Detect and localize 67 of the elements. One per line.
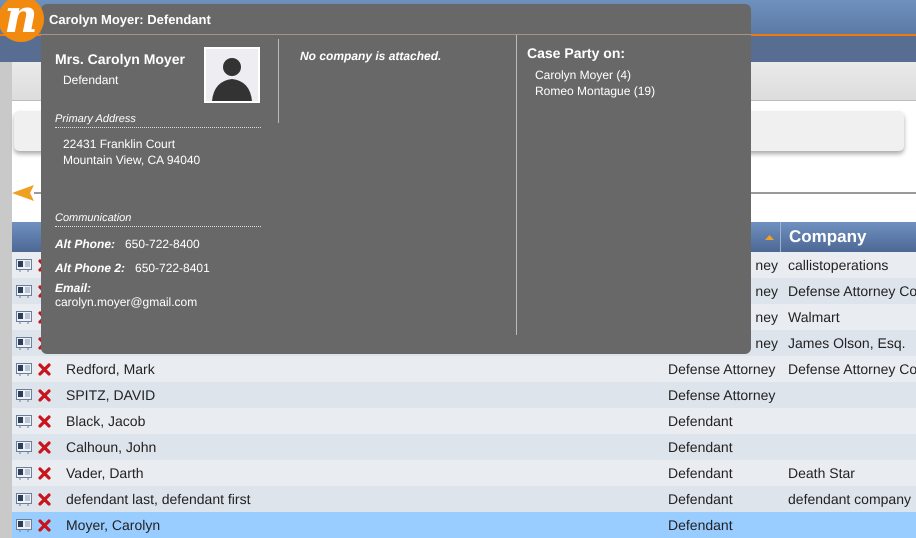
- contact-card-icon[interactable]: [16, 258, 32, 272]
- contact-card-icon[interactable]: [16, 310, 32, 324]
- delete-icon[interactable]: [38, 518, 51, 532]
- avatar-silhouette-icon: [204, 47, 260, 103]
- company-name: callistoperations: [788, 257, 888, 273]
- field-label: Alt Phone:: [55, 237, 115, 251]
- contact-card-icon[interactable]: [16, 284, 32, 298]
- app-logo: n: [0, 0, 44, 42]
- contact-type: ney: [755, 335, 778, 351]
- contact-type: ney: [755, 283, 778, 299]
- contact-type: Defendant: [668, 517, 733, 533]
- contact-type: Defense Attorney: [668, 387, 776, 403]
- contact-name: Moyer, Carolyn: [66, 517, 160, 533]
- contact-name: Vader, Darth: [66, 465, 144, 481]
- company-name: defendant company: [788, 491, 911, 507]
- phone-number: 650-722-8400: [125, 237, 200, 251]
- field-label: Alt Phone 2:: [55, 261, 126, 275]
- delete-icon[interactable]: [38, 388, 51, 402]
- company-name: Walmart: [788, 309, 840, 325]
- contact-type: Defense Attorney: [668, 361, 776, 377]
- contact-name: Calhoun, John: [66, 439, 156, 455]
- delete-icon[interactable]: [38, 414, 51, 428]
- contact-full-name: Mrs. Carolyn Moyer: [55, 51, 185, 67]
- company-name: James Olson, Esq.: [788, 335, 906, 351]
- contact-type: Defendant: [668, 413, 733, 429]
- table-row[interactable]: Vader, Darth Defendant Death Star: [12, 460, 916, 486]
- contact-name: Redford, Mark: [66, 361, 155, 377]
- delete-icon[interactable]: [38, 492, 51, 506]
- delete-icon[interactable]: [38, 440, 51, 454]
- phone-number: 650-722-8401: [135, 261, 210, 275]
- popup-title: Carolyn Moyer: Defendant: [49, 12, 211, 26]
- field-label: Email:: [55, 281, 92, 295]
- contact-card-icon[interactable]: [16, 466, 32, 480]
- contact-card-icon[interactable]: [16, 440, 32, 454]
- company-name: Death Star: [788, 465, 855, 481]
- contact-type: ney: [755, 257, 778, 273]
- company-note: No company is attached.: [300, 49, 442, 63]
- contact-name: Black, Jacob: [66, 413, 146, 429]
- contact-type: ney: [755, 309, 778, 325]
- delete-icon[interactable]: [38, 362, 51, 376]
- table-row[interactable]: defendant last, defendant first Defendant defendant company: [12, 486, 916, 512]
- table-row[interactable]: Black, Jacob Defendant: [12, 408, 916, 434]
- contact-name: defendant last, defendant first: [66, 491, 250, 507]
- selected-row[interactable]: Moyer, Carolyn Defendant: [12, 512, 916, 538]
- contact-card-icon[interactable]: [16, 518, 32, 532]
- contact-type: Defendant: [668, 439, 733, 455]
- address-line: 22431 Franklin Court: [63, 136, 176, 152]
- case-link[interactable]: Romeo Montague (19): [535, 83, 656, 99]
- contact-name: SPITZ, DAVID: [66, 387, 156, 403]
- table-row[interactable]: Calhoun, John Defendant: [12, 434, 916, 460]
- case-party-heading: Case Party on:: [527, 45, 626, 61]
- address-line: Mountain View, CA 94040: [63, 152, 202, 168]
- delete-icon[interactable]: [38, 466, 51, 480]
- contact-card-icon[interactable]: [16, 336, 32, 350]
- section-heading: Communication: [55, 212, 261, 227]
- case-link[interactable]: Carolyn Moyer (4): [535, 67, 656, 83]
- email-link[interactable]: carolyn.moyer@gmail.com: [55, 295, 279, 309]
- contact-role: Defendant: [63, 73, 120, 87]
- contact-card-icon[interactable]: [16, 492, 32, 506]
- contact-type: Defendant: [668, 491, 733, 507]
- table-row[interactable]: SPITZ, DAVID Defense Attorney: [12, 382, 916, 408]
- contact-card-icon[interactable]: [16, 388, 32, 402]
- contact-card-icon[interactable]: [16, 362, 32, 376]
- section-heading: Primary Address: [55, 113, 261, 128]
- contact-card-icon[interactable]: [16, 414, 32, 428]
- contact-type: Defendant: [668, 465, 733, 481]
- column-header[interactable]: Company: [789, 227, 866, 247]
